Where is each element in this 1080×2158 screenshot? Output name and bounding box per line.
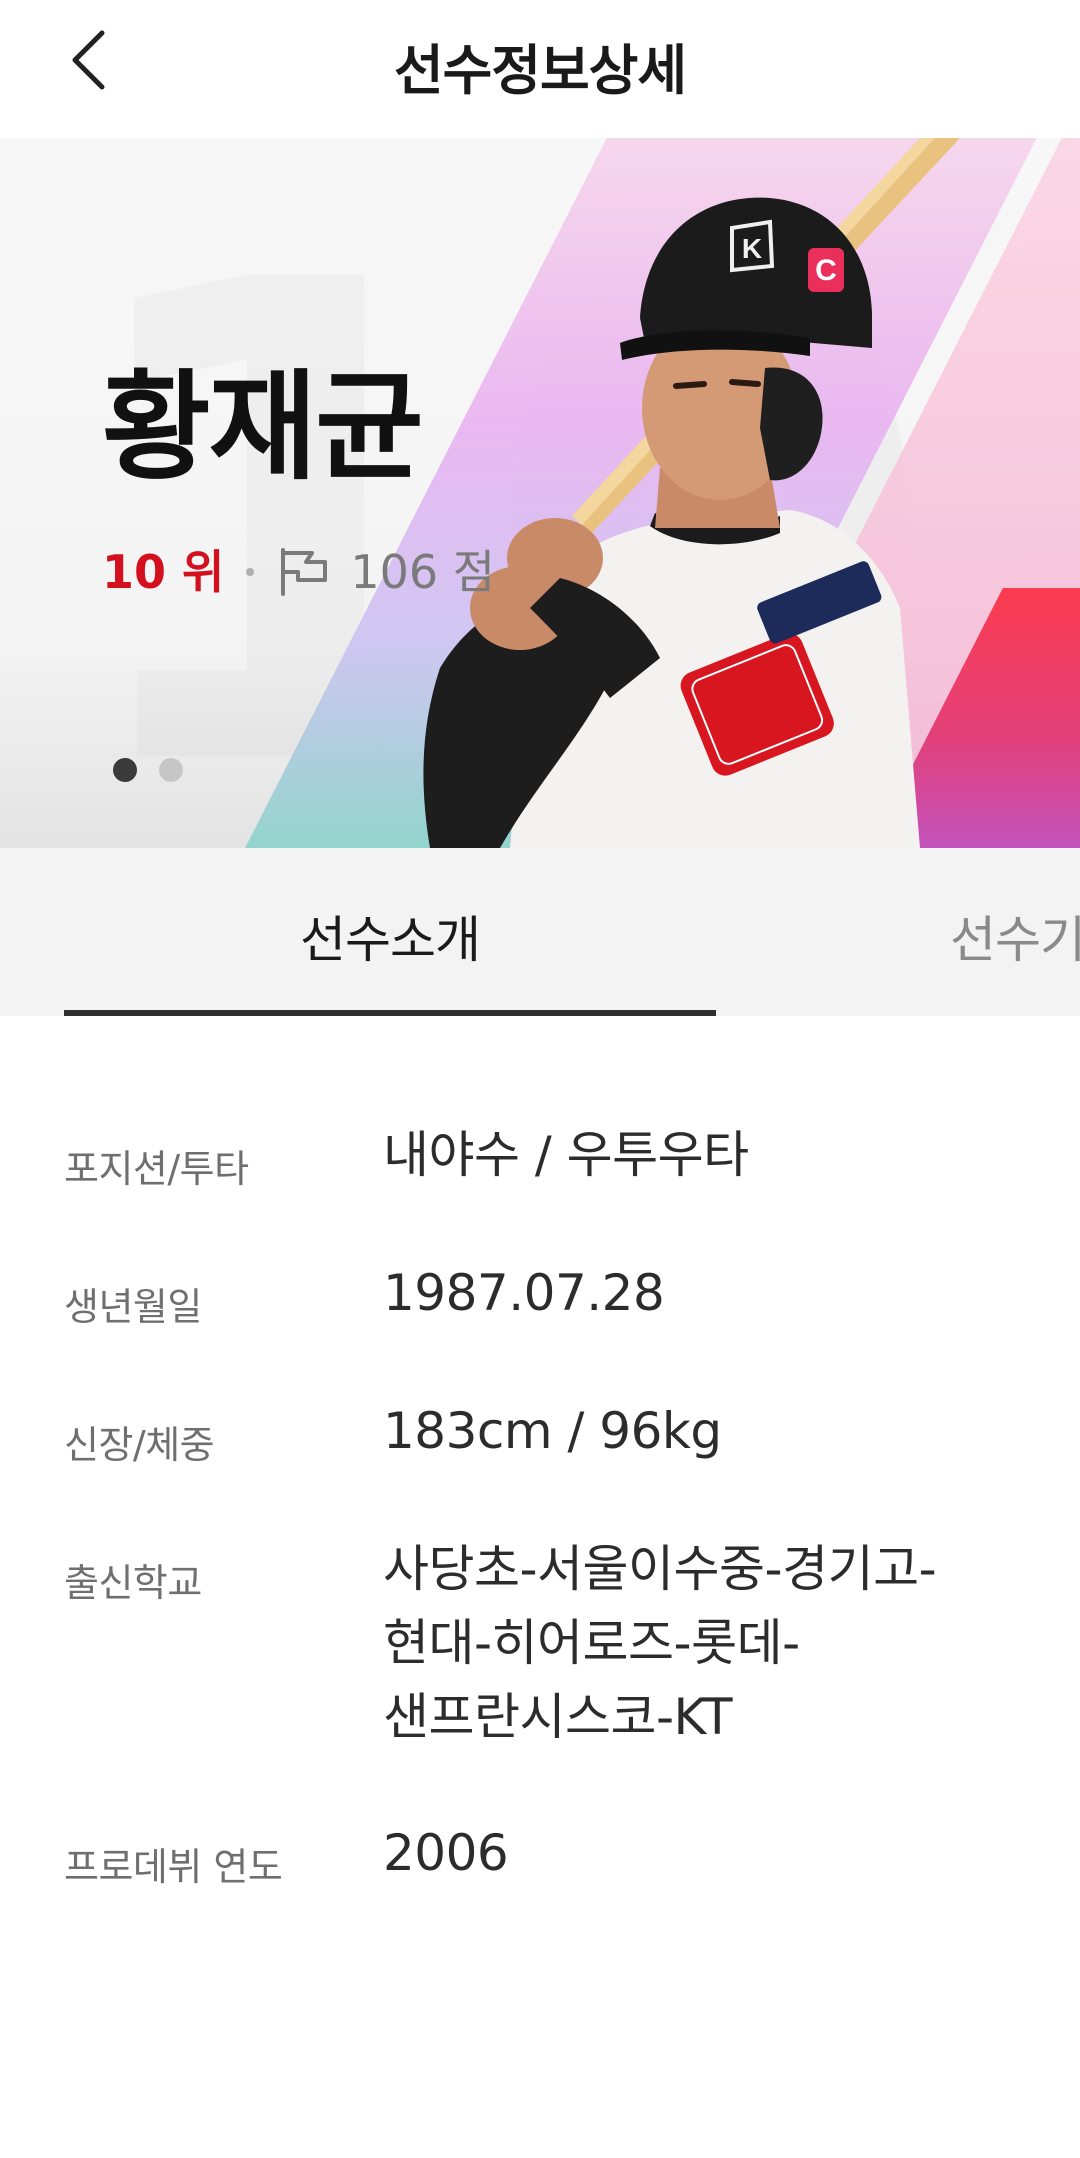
player-stats: 10 위 106 점 — [102, 546, 495, 598]
info-value: 사당초-서울이수중-경기고-현대-히어로즈-롯데-샌프란시스코-KT — [383, 1540, 937, 1746]
info-label: 프로데뷔 연도 — [64, 1845, 283, 1889]
player-hero[interactable]: 10 K C — [0, 138, 1080, 848]
info-label: 생년월일 — [64, 1285, 202, 1329]
info-value: 내야수 / 우투우타 — [383, 1126, 749, 1184]
info-value: 1987.07.28 — [383, 1264, 665, 1322]
info-value: 2006 — [383, 1824, 509, 1882]
player-points: 106 점 — [350, 545, 496, 599]
active-tab-indicator — [64, 1010, 716, 1016]
tab-bar: 선수소개 선수기 — [0, 848, 1080, 1016]
info-label: 출신학교 — [64, 1561, 202, 1605]
svg-text:K: K — [742, 233, 762, 264]
player-photo: K C — [423, 138, 960, 848]
player-rank: 10 위 — [102, 545, 225, 599]
tab-player-record[interactable]: 선수기 — [950, 900, 1080, 972]
carousel-dot-active[interactable] — [113, 758, 137, 782]
svg-text:C: C — [815, 254, 837, 287]
flag-icon — [278, 546, 334, 598]
carousel-dot[interactable] — [159, 758, 183, 782]
separator-dot — [246, 568, 255, 576]
info-value: 183cm / 96kg — [383, 1402, 722, 1460]
info-label: 신장/체중 — [64, 1423, 215, 1467]
carousel-indicator — [113, 758, 183, 782]
app-header: 선수정보상세 — [0, 0, 1080, 125]
info-label: 포지션/투타 — [64, 1147, 249, 1191]
page-title: 선수정보상세 — [393, 39, 687, 102]
player-name: 황재균 — [102, 358, 424, 496]
tab-player-intro[interactable]: 선수소개 — [64, 900, 716, 972]
